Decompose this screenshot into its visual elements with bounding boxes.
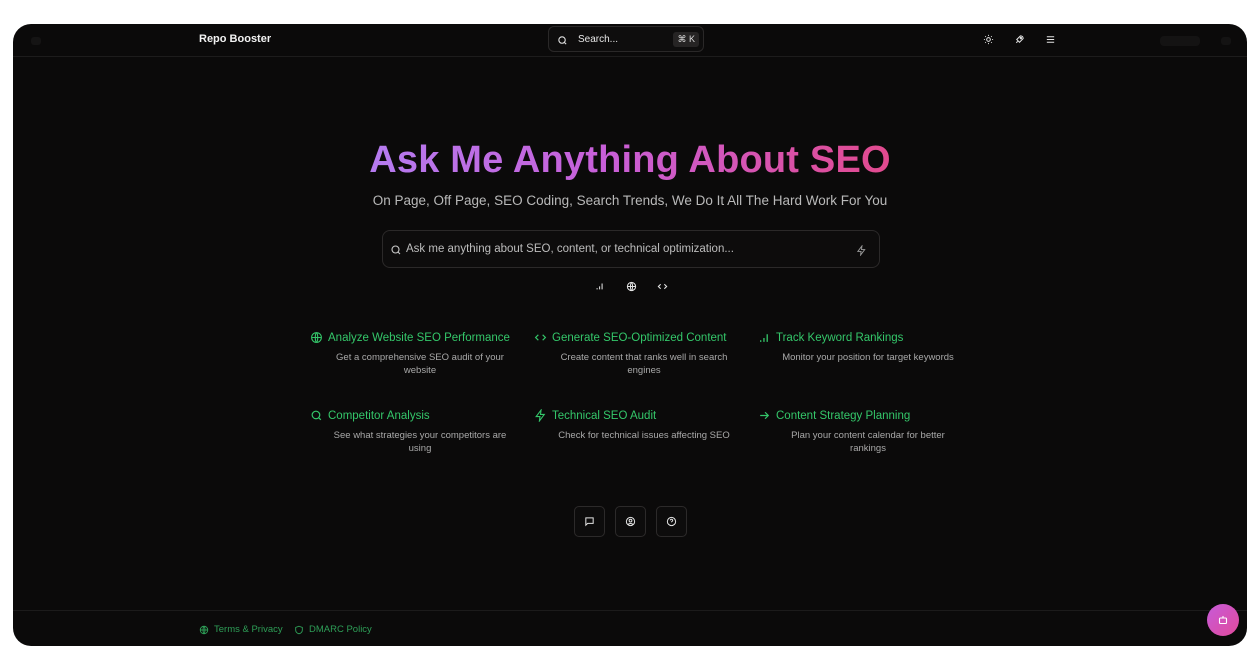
chart-icon[interactable] bbox=[594, 280, 606, 292]
bolt-icon bbox=[535, 409, 546, 422]
nav-placeholder bbox=[31, 37, 41, 45]
search-button[interactable]: Search... ⌘ K bbox=[548, 26, 704, 52]
hero-title-text: Ask Me Anything About SEO bbox=[369, 139, 891, 181]
feature-title: Track Keyword Rankings bbox=[776, 331, 904, 344]
sun-icon[interactable] bbox=[981, 32, 995, 46]
account-placeholder bbox=[1160, 36, 1200, 46]
feature-description: Create content that ranks well in search… bbox=[560, 352, 728, 376]
hero-title: Ask Me Anything About SEO bbox=[13, 139, 1247, 182]
chat-bot-button[interactable] bbox=[1207, 604, 1239, 636]
feature-title: Analyze Website SEO Performance bbox=[328, 331, 510, 344]
top-bar: Repo Booster Search... ⌘ K bbox=[13, 24, 1247, 57]
shield-icon bbox=[295, 625, 303, 634]
chart-icon bbox=[760, 334, 768, 342]
rocket-icon[interactable] bbox=[1012, 32, 1026, 46]
profile-button[interactable] bbox=[615, 506, 646, 537]
feature-card[interactable]: Content Strategy Planning Plan your cont… bbox=[758, 409, 978, 455]
help-button[interactable] bbox=[656, 506, 687, 537]
bot-icon bbox=[1218, 616, 1228, 625]
chat-icon bbox=[585, 517, 594, 527]
search-icon bbox=[390, 243, 402, 261]
feature-description: See what strategies your competitors are… bbox=[333, 430, 507, 454]
hero-subtitle: On Page, Off Page, SEO Coding, Search Tr… bbox=[372, 193, 888, 208]
user-circle-icon bbox=[625, 516, 636, 527]
code-icon bbox=[534, 334, 547, 341]
feature-card[interactable]: Technical SEO Audit Check for technical … bbox=[534, 409, 754, 442]
globe-icon bbox=[199, 625, 209, 634]
terms-link[interactable]: Terms & Privacy bbox=[199, 624, 283, 635]
bolt-icon[interactable] bbox=[856, 243, 867, 261]
dmarc-link-label: DMARC Policy bbox=[309, 624, 372, 635]
help-icon bbox=[666, 516, 677, 527]
feature-title: Content Strategy Planning bbox=[776, 409, 911, 422]
dmarc-link[interactable]: DMARC Policy bbox=[294, 624, 372, 635]
footer: Terms & Privacy DMARC Policy bbox=[13, 610, 1247, 646]
feature-description: Check for technical issues affecting SEO bbox=[558, 430, 730, 441]
chat-button[interactable] bbox=[574, 506, 605, 537]
feature-card[interactable]: Generate SEO-Optimized Content Create co… bbox=[534, 331, 754, 377]
brand-name[interactable]: Repo Booster bbox=[199, 33, 271, 45]
search-icon bbox=[311, 410, 322, 421]
terms-link-label: Terms & Privacy bbox=[214, 624, 283, 635]
globe-icon bbox=[311, 332, 322, 343]
arrow-right-icon bbox=[760, 411, 770, 420]
feature-card[interactable]: Competitor Analysis See what strategies … bbox=[310, 409, 530, 455]
ask-input[interactable] bbox=[406, 240, 846, 258]
search-shortcut: ⌘ K bbox=[673, 32, 699, 47]
globe-icon[interactable] bbox=[625, 280, 637, 292]
feature-description: Plan your content calendar for better ra… bbox=[791, 430, 945, 454]
feature-title: Technical SEO Audit bbox=[552, 409, 657, 422]
ask-bar bbox=[382, 230, 880, 268]
feature-card[interactable]: Analyze Website SEO Performance Get a co… bbox=[310, 331, 530, 377]
feature-title: Generate SEO-Optimized Content bbox=[552, 331, 727, 344]
avatar-placeholder bbox=[1221, 37, 1231, 45]
feature-description: Get a comprehensive SEO audit of your we… bbox=[336, 352, 504, 376]
feature-description: Monitor your position for target keyword… bbox=[782, 352, 954, 363]
feature-title: Competitor Analysis bbox=[328, 409, 430, 422]
code-icon[interactable] bbox=[656, 280, 668, 292]
app-window: Repo Booster Search... ⌘ K Ask Me Anythi… bbox=[13, 24, 1247, 646]
menu-icon[interactable] bbox=[1043, 32, 1057, 46]
search-label: Search... bbox=[578, 34, 619, 45]
search-icon bbox=[557, 33, 568, 51]
feature-card[interactable]: Track Keyword Rankings Monitor your posi… bbox=[758, 331, 978, 364]
